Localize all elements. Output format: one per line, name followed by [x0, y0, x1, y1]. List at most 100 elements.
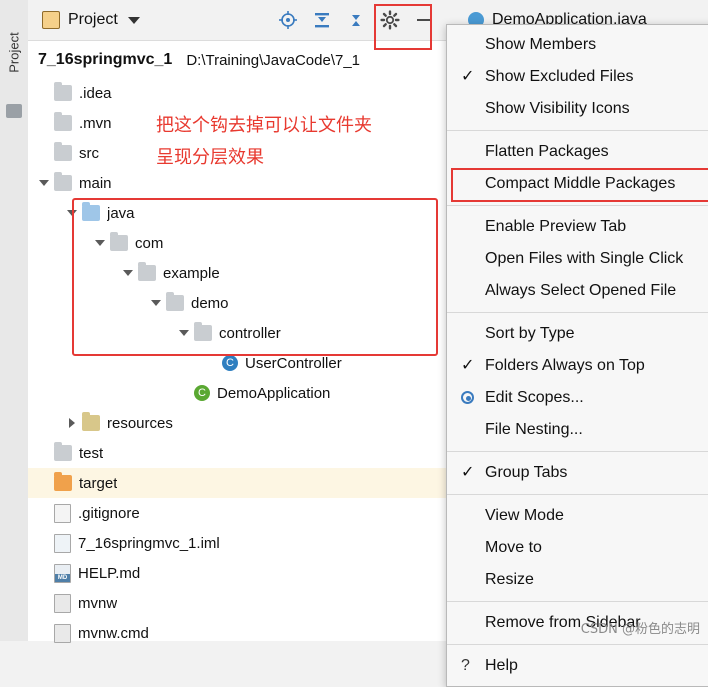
menu-item[interactable]: ✓ Group Tabs — [447, 457, 708, 489]
source-folder-icon — [82, 202, 100, 221]
check-icon: ✓ — [461, 68, 475, 85]
menu-item-label: Move to — [485, 539, 542, 556]
target-icon[interactable] — [272, 4, 304, 36]
menu-separator — [447, 494, 708, 495]
tree-row-label: src — [79, 144, 99, 162]
tree-row-label: UserController — [245, 354, 342, 372]
menu-item-label: Group Tabs — [485, 464, 568, 481]
question-icon: ? — [461, 657, 470, 674]
menu-item[interactable]: Show Visibility Icons — [447, 93, 708, 125]
menu-item[interactable]: Compact Middle Packages — [447, 168, 708, 202]
check-icon: ✓ — [461, 357, 475, 374]
chevron-down-icon[interactable] — [66, 207, 78, 219]
folder-icon — [110, 232, 128, 251]
tree-row-label: DemoApplication — [217, 384, 331, 402]
left-tool-strip: Project — [0, 0, 29, 641]
chevron-right-icon[interactable] — [66, 417, 78, 429]
folder-icon — [54, 82, 72, 101]
menu-item[interactable]: View Mode — [447, 500, 708, 532]
structure-icon[interactable] — [6, 104, 22, 118]
resources-folder-icon — [82, 412, 100, 431]
collapse-all-icon[interactable] — [340, 4, 372, 36]
menu-item-label: Folders Always on Top — [485, 357, 645, 374]
menu-item-label: Enable Preview Tab — [485, 218, 627, 235]
tree-row-label: target — [79, 474, 118, 492]
menu-item-label: Show Visibility Icons — [485, 100, 630, 117]
tree-row-label: HELP.md — [78, 564, 141, 582]
menu-item[interactable]: ✓ Show Excluded Files — [447, 61, 708, 93]
view-options-menu: Show Members ✓ Show Excluded Files Show Vis… — [446, 24, 708, 687]
chevron-down-icon[interactable] — [122, 267, 134, 279]
tree-row-label: java — [107, 204, 135, 222]
gitignore-file-icon — [54, 503, 71, 523]
menu-item-label: Compact Middle Packages — [485, 175, 676, 192]
menu-item-label: Always Select Opened File — [485, 282, 677, 299]
menu-item[interactable]: Move to — [447, 532, 708, 564]
collapse-to-icon[interactable] — [306, 4, 338, 36]
project-name: 7_16springmvc_1 — [38, 51, 173, 68]
menu-separator — [447, 205, 708, 206]
project-path: D:\Training\JavaCode\7_1 — [186, 51, 361, 69]
tree-row-label: .gitignore — [78, 504, 140, 522]
gear-icon[interactable] — [374, 4, 432, 50]
tree-row-label: main — [79, 174, 112, 192]
folder-icon — [194, 322, 212, 341]
folder-icon — [54, 112, 72, 131]
menu-item-label: View Mode — [485, 507, 564, 524]
menu-item-label: Flatten Packages — [485, 143, 609, 160]
project-tool-label: Project — [68, 11, 118, 28]
sidebar-item-project-label: Project — [6, 31, 22, 73]
tree-row-label: test — [79, 444, 104, 462]
menu-item-label: Sort by Type — [485, 325, 575, 342]
chevron-down-icon[interactable] — [127, 16, 140, 24]
menu-item[interactable]: Sort by Type — [447, 318, 708, 350]
sidebar-item-project[interactable]: Project — [0, 6, 28, 98]
project-panel: Project DemoApplication.java 7_16springm… — [28, 0, 708, 687]
radio-icon — [461, 391, 474, 404]
menu-item[interactable]: ✓ Folders Always on Top — [447, 350, 708, 382]
tree-row-label: .idea — [79, 84, 112, 102]
folder-icon — [54, 442, 72, 461]
markdown-file-icon — [54, 563, 71, 583]
menu-item[interactable]: Always Select Opened File — [447, 275, 708, 307]
folder-icon — [54, 142, 72, 161]
menu-item[interactable]: Open Files with Single Click — [447, 243, 708, 275]
menu-item[interactable]: Resize — [447, 564, 708, 596]
menu-separator — [447, 312, 708, 313]
tree-row-label: example — [163, 264, 220, 282]
menu-item-label: Show Excluded Files — [485, 68, 634, 85]
menu-item-label: Help — [485, 657, 518, 674]
excluded-folder-icon — [54, 472, 72, 491]
tree-row-label: resources — [107, 414, 173, 432]
menu-item[interactable]: File Nesting... — [447, 414, 708, 446]
chevron-down-icon[interactable] — [38, 177, 50, 189]
folder-icon — [54, 172, 72, 191]
chevron-down-icon[interactable] — [178, 327, 190, 339]
menu-item-label: Show Members — [485, 36, 597, 53]
folder-icon — [166, 292, 184, 311]
menu-item[interactable]: Flatten Packages — [447, 136, 708, 168]
menu-item[interactable]: Edit Scopes... — [447, 382, 708, 414]
tree-row-label: 7_16springmvc_1.iml — [78, 534, 220, 552]
menu-item-label: Resize — [485, 571, 534, 588]
tree-row-label: mvnw — [78, 594, 118, 612]
menu-item[interactable]: ? Help — [447, 650, 708, 682]
java-class-icon: C — [222, 355, 238, 371]
watermark: CSDN @粉色的志明 — [580, 622, 700, 637]
menu-item-label: Edit Scopes... — [485, 389, 584, 406]
chevron-down-icon[interactable] — [150, 297, 162, 309]
chevron-down-icon[interactable] — [94, 237, 106, 249]
menu-item[interactable]: Show Members — [447, 29, 708, 61]
iml-file-icon — [54, 533, 71, 553]
check-icon: ✓ — [461, 464, 475, 481]
tree-row-label: com — [135, 234, 164, 252]
menu-item[interactable]: Enable Preview Tab — [447, 211, 708, 243]
menu-item-label: File Nesting... — [485, 421, 583, 438]
tree-row-label: demo — [191, 294, 229, 312]
project-icon — [42, 11, 60, 29]
file-icon — [54, 593, 71, 613]
menu-item-label: Open Files with Single Click — [485, 250, 684, 267]
tree-row-label: controller — [219, 324, 281, 342]
toolbar-button-group — [270, 4, 440, 50]
tree-row-label: mvnw.cmd — [78, 624, 149, 642]
